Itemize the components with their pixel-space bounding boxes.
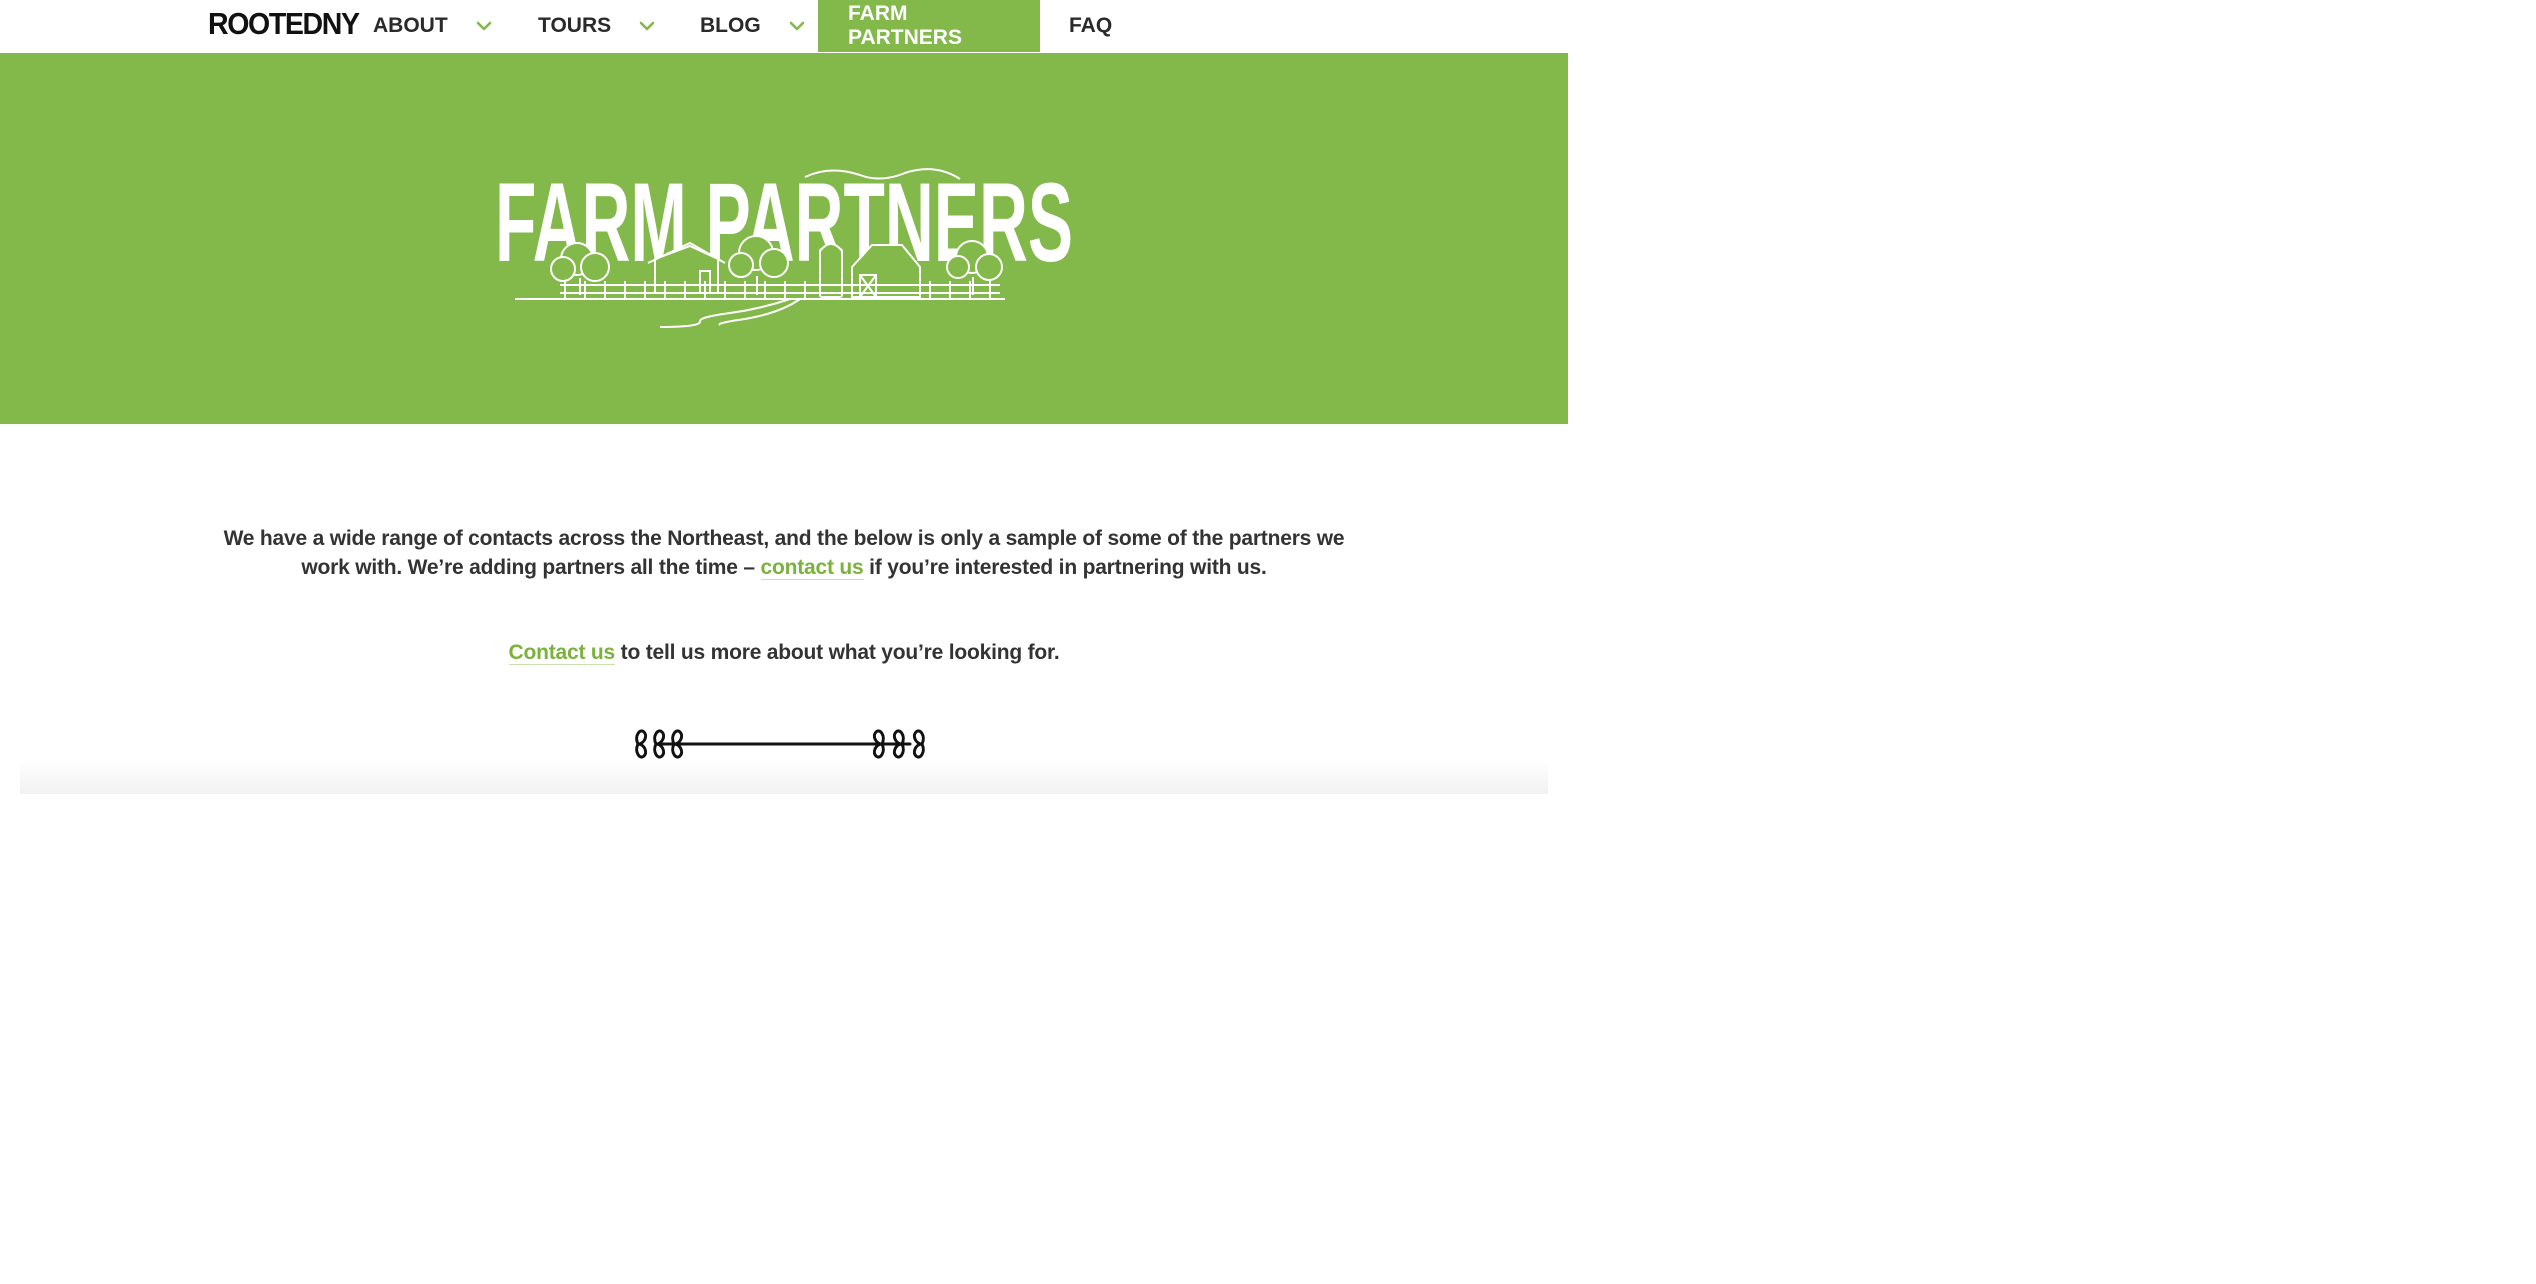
nav-item-farm-partners-label: FARM PARTNERS [848,2,962,49]
hero-illustration: FARM PARTNERS [495,160,1073,328]
nav-item-tours-label: TOURS [538,14,612,37]
content-card-edge [20,760,1548,794]
intro-paragraph: We have a wide range of contacts across … [200,524,1368,582]
cta-paragraph: Contact us to tell us more about what yo… [200,638,1368,667]
nav-item-tours[interactable]: TOURS [538,0,655,52]
nav-item-faq-label: FAQ [1069,14,1113,37]
nav-item-about[interactable]: ABOUT [373,0,492,52]
nav-item-faq[interactable]: FAQ [1069,0,1112,52]
chevron-down-icon[interactable] [639,21,655,31]
nav-item-blog-label: BLOG [700,14,761,37]
hero-banner: FARM PARTNERS [0,53,1568,424]
nav-item-about-label: ABOUT [373,14,448,37]
contact-us-link[interactable]: contact us [760,556,864,580]
site-logo[interactable]: ROOTEDNY [208,6,360,42]
intro-text-after: if you’re interested in partnering with … [863,556,1267,579]
chevron-down-icon[interactable] [476,21,492,31]
nav-item-farm-partners[interactable]: FARM PARTNERS [818,0,1040,52]
contact-us-cta-link[interactable]: Contact us [508,641,615,665]
top-navigation: ROOTEDNY ABOUT TOURS BLOG FARM PARTNERS … [0,0,1568,52]
chevron-down-icon[interactable] [789,21,805,31]
cta-text-after: to tell us more about what you’re lookin… [615,641,1060,664]
nav-item-blog[interactable]: BLOG [700,0,805,52]
